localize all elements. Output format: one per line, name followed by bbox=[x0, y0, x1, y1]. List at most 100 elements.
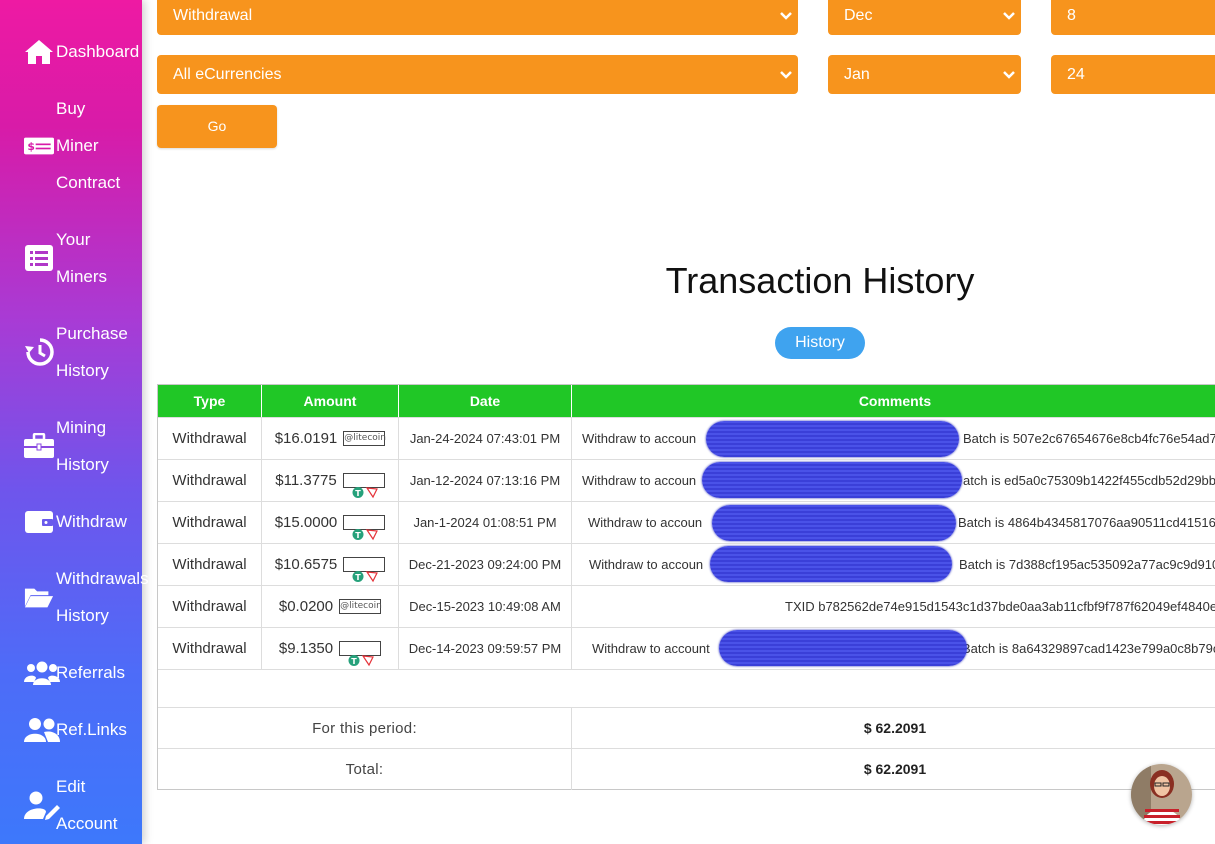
amount-cell: $11.3775 T bbox=[262, 460, 399, 501]
sidebar-item-ref-links[interactable]: Ref.Links bbox=[0, 711, 142, 748]
amount-cell: $0.0200 @litecoin bbox=[262, 586, 399, 627]
table-row: Withdrawal $10.6575 T Dec-21-2023 09:24:0… bbox=[158, 543, 1215, 585]
from-month-select[interactable]: Dec bbox=[828, 0, 1021, 35]
table-row: Withdrawal $9.1350 T Dec-14-2023 09:59:57… bbox=[158, 627, 1215, 669]
type-select-value: Withdrawal bbox=[173, 7, 253, 24]
type-cell: Withdrawal bbox=[158, 586, 262, 627]
sidebar-item-label: Contract bbox=[56, 173, 121, 192]
sidebar-item-edit-account[interactable]: Edit Account bbox=[0, 768, 142, 842]
sidebar-item-label: Edit bbox=[56, 777, 86, 796]
type-cell: Withdrawal bbox=[158, 460, 262, 501]
svg-text:T: T bbox=[356, 531, 362, 540]
sidebar: Dashboard $ Buy Miner Contract Your Mine… bbox=[0, 0, 149, 844]
date-cell: Dec-14-2023 09:59:57 PM bbox=[399, 628, 572, 669]
wallet-icon bbox=[24, 507, 54, 537]
litecoin-icon: @litecoin bbox=[339, 598, 382, 614]
currency-select[interactable]: All eCurrencies bbox=[157, 55, 798, 94]
date-cell: Dec-15-2023 10:49:08 AM bbox=[399, 586, 572, 627]
sidebar-item-label: History bbox=[56, 361, 109, 380]
column-header-comments: Comments bbox=[858, 393, 932, 409]
currency-select-value: All eCurrencies bbox=[173, 66, 282, 83]
amount-value: $15.0000 bbox=[274, 514, 338, 531]
sidebar-item-label: Ref.Links bbox=[56, 720, 127, 739]
date-cell: Jan-24-2024 07:43:01 PM bbox=[399, 418, 572, 459]
to-month-value: Jan bbox=[844, 66, 870, 83]
chevron-down-icon bbox=[780, 12, 792, 20]
sidebar-item-label: Withdrawals bbox=[56, 569, 149, 588]
comment-suffix: atch is ed5a0c75309b1422f455cdb52d29bb bbox=[963, 473, 1215, 488]
date-cell: Jan-12-2024 07:13:16 PM bbox=[399, 460, 572, 501]
type-cell: Withdrawal bbox=[158, 502, 262, 543]
comment-cell: Withdraw to accoun Batch is 507e2c676546… bbox=[572, 418, 1215, 459]
page-title: Transaction History bbox=[665, 260, 975, 301]
comment-prefix: Withdraw to accoun bbox=[582, 473, 697, 488]
svg-text:T: T bbox=[351, 657, 357, 666]
tether-tron-icon: T bbox=[343, 556, 386, 582]
sidebar-item-buy-miner-contract[interactable]: $ Buy Miner Contract bbox=[0, 90, 142, 201]
table-row: Withdrawal $15.0000 T Jan-1-2024 01:08:51… bbox=[158, 501, 1215, 543]
period-total-row: For this period: $ 62.2091 bbox=[158, 707, 1215, 749]
svg-text:T: T bbox=[355, 489, 361, 498]
home-icon bbox=[24, 37, 54, 67]
tether-tron-icon: T bbox=[342, 472, 385, 498]
sidebar-item-label: Withdraw bbox=[56, 512, 127, 531]
to-day-value: 24 bbox=[1067, 66, 1085, 83]
table-header: Type Amount Date Comments bbox=[158, 385, 1215, 418]
date-cell: Dec-21-2023 09:24:00 PM bbox=[399, 544, 572, 585]
list-icon bbox=[24, 243, 54, 273]
table-row: Withdrawal $0.0200 @litecoin Dec-15-2023 … bbox=[158, 585, 1215, 627]
sidebar-item-your-miners[interactable]: Your Miners bbox=[0, 221, 142, 295]
redaction-mark bbox=[702, 462, 962, 498]
sidebar-item-label: Miner bbox=[56, 136, 99, 155]
period-label: For this period: bbox=[158, 708, 572, 749]
sidebar-item-label: History bbox=[56, 455, 109, 474]
sidebar-item-referrals[interactable]: Referrals bbox=[0, 654, 142, 691]
comment-suffix: Batch is 8a64329897cad1423e799a0c8b79c bbox=[962, 641, 1215, 656]
comment-cell: Withdraw to account Batch is 8a64329897c… bbox=[572, 628, 1215, 669]
sidebar-item-withdrawals-history[interactable]: Withdrawals History bbox=[0, 560, 149, 634]
comment-suffix: TXID b782562de74e915d1543c1d37bde0aa3ab1… bbox=[785, 599, 1215, 614]
total-value: $ 62.2091 bbox=[863, 761, 927, 777]
amount-value: $11.3775 bbox=[275, 472, 337, 489]
column-header-date: Date bbox=[399, 385, 572, 418]
svg-text:$: $ bbox=[27, 140, 35, 153]
type-cell: Withdrawal bbox=[158, 418, 262, 459]
from-day-value: 8 bbox=[1067, 7, 1076, 24]
amount-cell: $16.0191 @litecoin bbox=[262, 418, 399, 459]
table-row: Withdrawal $16.0191 @litecoin Jan-24-2024… bbox=[158, 417, 1215, 459]
period-value: $ 62.2091 bbox=[863, 720, 927, 736]
sidebar-item-mining-history[interactable]: Mining History bbox=[0, 409, 142, 483]
comment-prefix: Withdraw to accoun bbox=[582, 431, 697, 446]
sidebar-item-withdraw[interactable]: Withdraw bbox=[0, 503, 142, 540]
history-button[interactable]: History bbox=[775, 327, 865, 359]
redaction-mark bbox=[706, 421, 959, 457]
svg-text:T: T bbox=[356, 573, 362, 582]
comment-prefix: Withdraw to accoun bbox=[589, 557, 704, 572]
comment-cell: Withdraw to accoun Batch is 7d388cf195ac… bbox=[572, 544, 1215, 585]
to-day-select[interactable]: 24 bbox=[1051, 55, 1215, 94]
briefcase-icon bbox=[24, 431, 54, 461]
sidebar-item-purchase-history[interactable]: Purchase History bbox=[0, 315, 142, 389]
table-row: Withdrawal $11.3775 T Jan-12-2024 07:13:1… bbox=[158, 459, 1215, 501]
go-button[interactable]: Go bbox=[157, 105, 277, 148]
chevron-down-icon bbox=[1003, 12, 1015, 20]
type-select[interactable]: Withdrawal bbox=[157, 0, 798, 35]
table-row-empty bbox=[158, 669, 1215, 710]
amount-value: $9.1350 bbox=[278, 640, 334, 657]
sidebar-item-label: Your bbox=[56, 230, 91, 249]
redaction-mark bbox=[710, 546, 952, 582]
amount-cell: $15.0000 T bbox=[262, 502, 399, 543]
date-cell: Jan-1-2024 01:08:51 PM bbox=[399, 502, 572, 543]
sidebar-item-label: Mining bbox=[56, 418, 107, 437]
sidebar-item-dashboard[interactable]: Dashboard bbox=[0, 33, 142, 70]
comment-suffix: Batch is 7d388cf195ac535092a77ac9c9d910 bbox=[959, 557, 1215, 572]
sidebar-item-label: Purchase bbox=[56, 324, 128, 343]
sidebar-item-label: Referrals bbox=[56, 663, 125, 682]
from-day-select[interactable]: 8 bbox=[1051, 0, 1215, 35]
to-month-select[interactable]: Jan bbox=[828, 55, 1021, 94]
amount-cell: $10.6575 T bbox=[262, 544, 399, 585]
grand-total-row: Total: $ 62.2091 bbox=[158, 748, 1215, 790]
comment-cell: TXID b782562de74e915d1543c1d37bde0aa3ab1… bbox=[572, 586, 1215, 627]
money-card-icon: $ bbox=[24, 131, 54, 161]
support-chat-avatar[interactable] bbox=[1131, 764, 1192, 825]
